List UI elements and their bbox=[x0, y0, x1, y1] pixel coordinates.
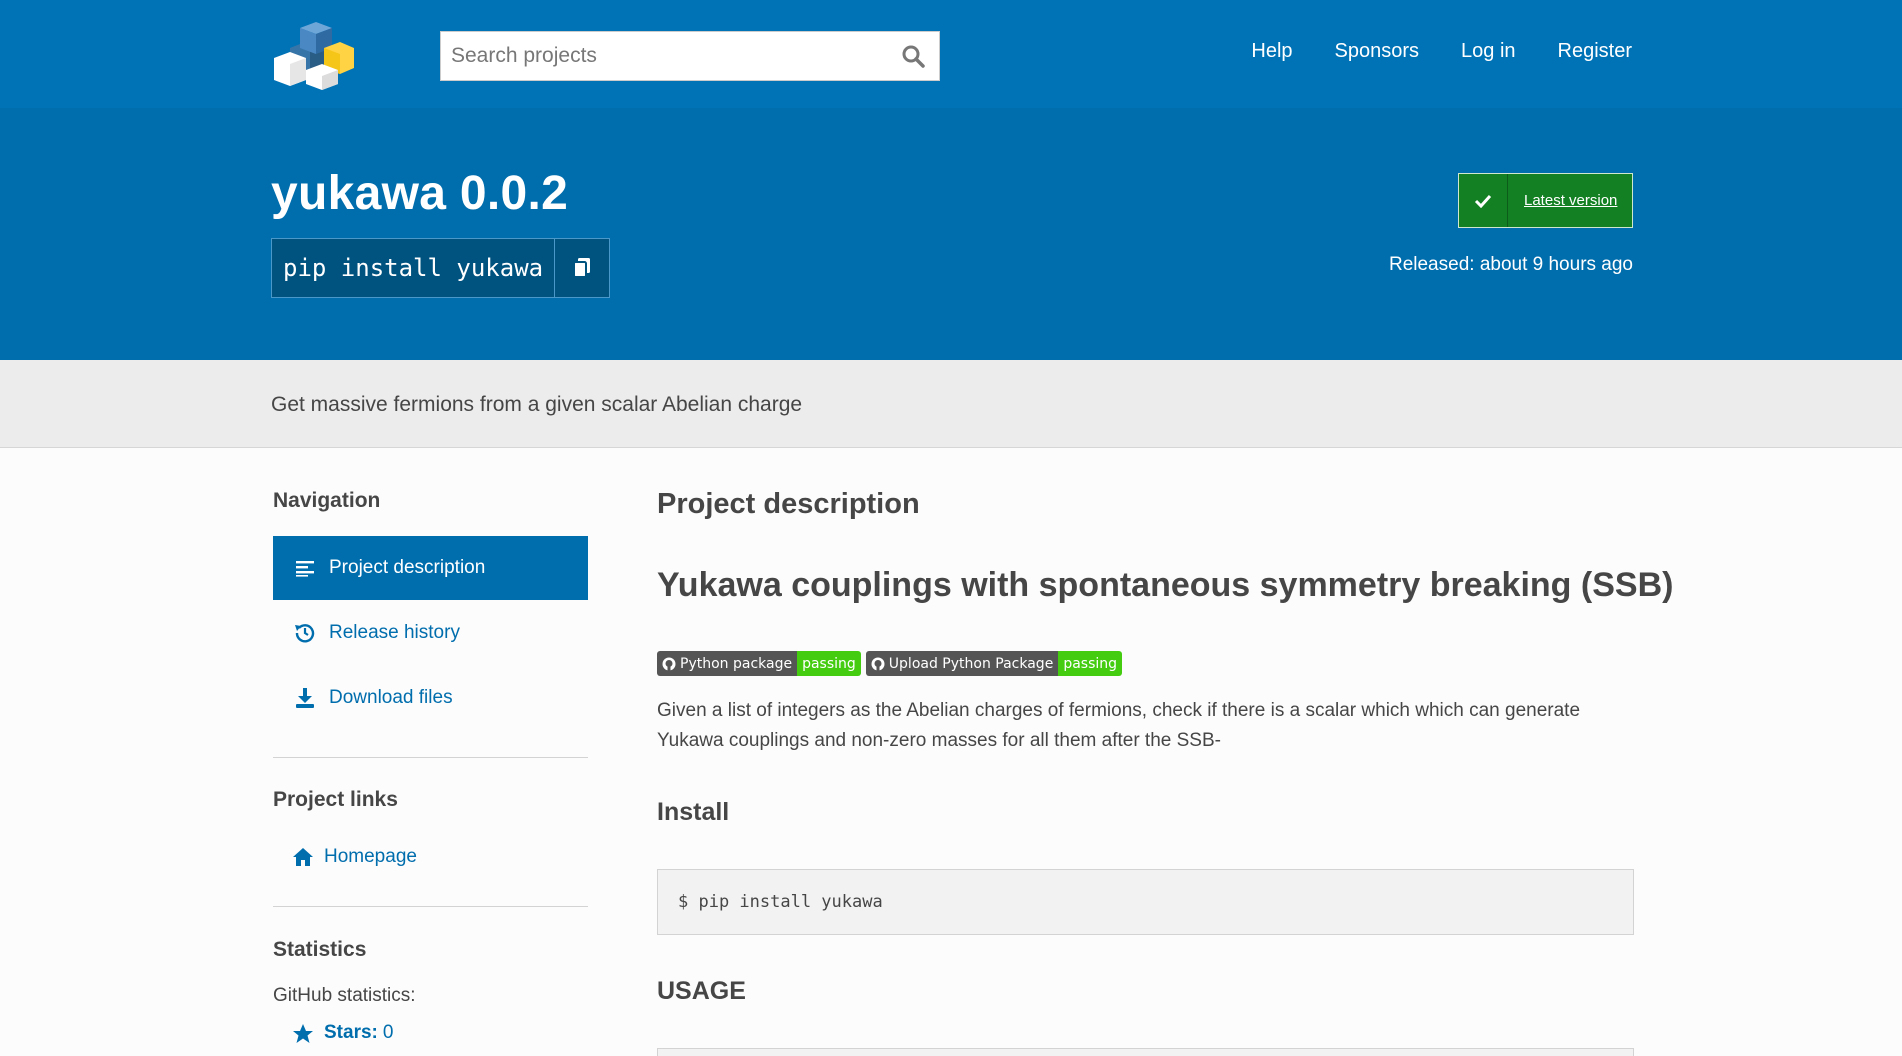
github-statistics-label: GitHub statistics: bbox=[273, 985, 416, 1006]
usage-code-block bbox=[657, 1048, 1634, 1056]
top-nav: Help Sponsors Log in Register bbox=[1251, 40, 1632, 63]
search-box bbox=[440, 31, 940, 81]
nav-sponsors-link[interactable]: Sponsors bbox=[1335, 40, 1420, 63]
description-paragraph: Given a list of integers as the Abelian … bbox=[657, 700, 1581, 751]
badge-label: Python package bbox=[680, 655, 793, 672]
home-icon bbox=[292, 847, 314, 867]
badge-status: passing bbox=[1058, 651, 1123, 676]
stars-count: 0 bbox=[382, 1022, 394, 1043]
homepage-link[interactable]: Homepage bbox=[292, 846, 417, 868]
navigation-heading: Navigation bbox=[273, 489, 381, 512]
sidebar-item-download-files[interactable]: Download files bbox=[273, 666, 588, 730]
pypi-logo[interactable] bbox=[270, 18, 354, 92]
divider bbox=[273, 906, 588, 907]
copy-button[interactable] bbox=[554, 239, 609, 297]
pip-command-text: pip install yukawa bbox=[283, 254, 544, 282]
sidebar-item-label: Release history bbox=[329, 622, 460, 643]
readme-title: Yukawa couplings with spontaneous symmet… bbox=[657, 566, 1674, 604]
sidebar-item-label: Download files bbox=[329, 687, 453, 708]
sidebar-item-release-history[interactable]: Release history bbox=[273, 601, 588, 665]
latest-version-badge: Latest version bbox=[1458, 173, 1633, 228]
package-summary: Get massive fermions from a given scalar… bbox=[271, 393, 803, 416]
package-banner: yukawa 0.0.2 pip install yukawa Latest v… bbox=[0, 108, 1902, 360]
project-description-heading: Project description bbox=[657, 488, 920, 520]
github-stars-link[interactable]: Stars: 0 bbox=[292, 1022, 393, 1044]
github-icon bbox=[662, 657, 676, 671]
statistics-heading: Statistics bbox=[273, 938, 367, 961]
install-code-block: $ pip install yukawa bbox=[657, 869, 1634, 935]
badge-status: passing bbox=[797, 651, 861, 676]
search-input[interactable] bbox=[441, 32, 887, 80]
align-left-icon bbox=[294, 557, 316, 579]
star-icon bbox=[292, 1023, 314, 1044]
nav-login-link[interactable]: Log in bbox=[1461, 40, 1516, 63]
divider bbox=[273, 757, 588, 758]
check-icon bbox=[1459, 174, 1508, 227]
search-icon bbox=[902, 45, 925, 68]
site-header: Help Sponsors Log in Register bbox=[0, 0, 1902, 108]
github-icon bbox=[871, 657, 885, 671]
install-heading: Install bbox=[657, 798, 730, 826]
usage-heading: USAGE bbox=[657, 977, 746, 1005]
package-title: yukawa 0.0.2 bbox=[271, 167, 569, 220]
latest-version-link[interactable]: Latest version bbox=[1508, 174, 1617, 227]
sidebar-item-project-description[interactable]: Project description bbox=[273, 536, 588, 600]
main-content: Navigation Project description Release h… bbox=[0, 448, 1902, 1056]
history-icon bbox=[294, 622, 316, 644]
copy-icon bbox=[573, 258, 591, 278]
badge-label: Upload Python Package bbox=[888, 655, 1054, 672]
project-links-heading: Project links bbox=[273, 788, 398, 811]
homepage-label: Homepage bbox=[324, 846, 417, 867]
pip-command: pip install yukawa bbox=[271, 238, 611, 298]
download-icon bbox=[294, 687, 316, 709]
stars-label: Stars: bbox=[324, 1022, 378, 1043]
search-button[interactable] bbox=[887, 32, 939, 80]
python-package-badge[interactable]: Python package passing bbox=[657, 651, 861, 676]
nav-help-link[interactable]: Help bbox=[1251, 40, 1292, 63]
release-date: Released: about 9 hours ago bbox=[1388, 254, 1633, 275]
nav-register-link[interactable]: Register bbox=[1558, 40, 1632, 63]
sidebar-item-label: Project description bbox=[329, 557, 486, 578]
upload-python-package-badge[interactable]: Upload Python Package passing bbox=[865, 651, 1123, 676]
badge-row: Python package passing Upload Python Pac… bbox=[657, 651, 1123, 676]
package-summary-bar: Get massive fermions from a given scalar… bbox=[0, 360, 1902, 448]
